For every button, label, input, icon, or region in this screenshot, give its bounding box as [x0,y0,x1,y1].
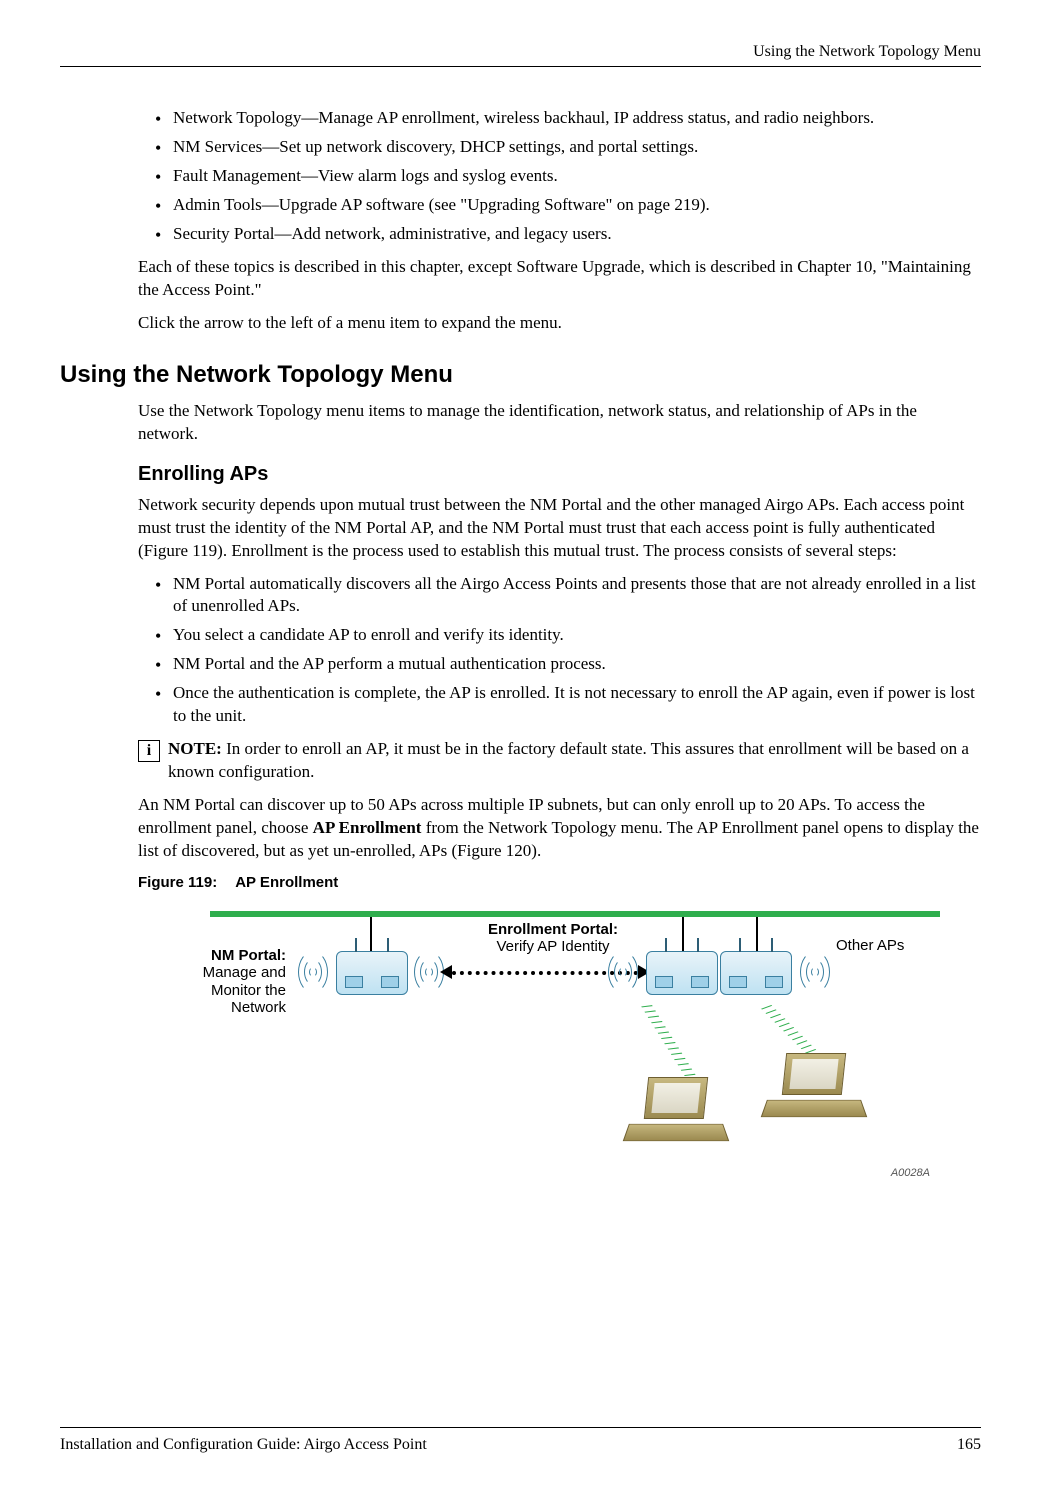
paragraph: Network security depends upon mutual tru… [138,494,981,563]
list-item: Admin Tools—Upgrade AP software (see "Up… [155,194,981,217]
other-aps-label: Other APs [836,937,904,954]
figure-caption: Figure 119:AP Enrollment [138,873,981,893]
section-heading: Using the Network Topology Menu [60,359,981,391]
figure-ap-enrollment: NM Portal: Manage and Monitor the Networ… [180,901,940,1181]
note-label: NOTE: [168,739,222,758]
paragraph: An NM Portal can discover up to 50 APs a… [138,794,981,863]
paragraph: Use the Network Topology menu items to m… [138,400,981,446]
footer-title: Installation and Configuration Guide: Ai… [60,1434,427,1456]
note-body: In order to enroll an AP, it must be in … [168,739,969,781]
list-item: Security Portal—Add network, administrat… [155,223,981,246]
radio-waves-icon [294,947,334,997]
page-footer: Installation and Configuration Guide: Ai… [60,1427,981,1456]
access-point-icon [720,951,792,995]
list-item: NM Services—Set up network discovery, DH… [155,136,981,159]
page-content: Network Topology—Manage AP enrollment, w… [60,107,981,1181]
enroll-steps-list: NM Portal automatically discovers all th… [60,573,981,729]
laptop-icon [764,1053,864,1123]
paragraph: Click the arrow to the left of a menu it… [138,312,981,335]
access-point-icon [646,951,718,995]
list-item: NM Portal and the AP perform a mutual au… [155,653,981,676]
note-text: NOTE: In order to enroll an AP, it must … [168,738,981,784]
paragraph: Each of these topics is described in thi… [138,256,981,302]
page-header: Using the Network Topology Menu [60,40,981,67]
radio-waves-icon [604,947,644,997]
footer-page-number: 165 [957,1434,981,1456]
arrow-left-icon [440,965,452,979]
radio-waves-icon [796,947,836,997]
list-item: Fault Management—View alarm logs and sys… [155,165,981,188]
list-item: Network Topology—Manage AP enrollment, w… [155,107,981,130]
network-backbone [210,911,940,917]
note-block: i NOTE: In order to enroll an AP, it mus… [138,738,981,784]
info-icon: i [138,740,160,762]
list-item: You select a candidate AP to enroll and … [155,624,981,647]
access-point-icon [336,951,408,995]
menu-overview-list: Network Topology—Manage AP enrollment, w… [60,107,981,246]
wireless-link-icon: ////////////// [638,999,698,1081]
subsection-heading: Enrolling APs [138,461,981,488]
list-item: NM Portal automatically discovers all th… [155,573,981,619]
header-section-title: Using the Network Topology Menu [753,43,981,60]
list-item: Once the authentication is complete, the… [155,682,981,728]
laptop-icon [626,1077,726,1147]
nm-portal-label: NM Portal: Manage and Monitor the Networ… [180,947,286,1016]
figure-id: A0028A [891,1166,930,1181]
